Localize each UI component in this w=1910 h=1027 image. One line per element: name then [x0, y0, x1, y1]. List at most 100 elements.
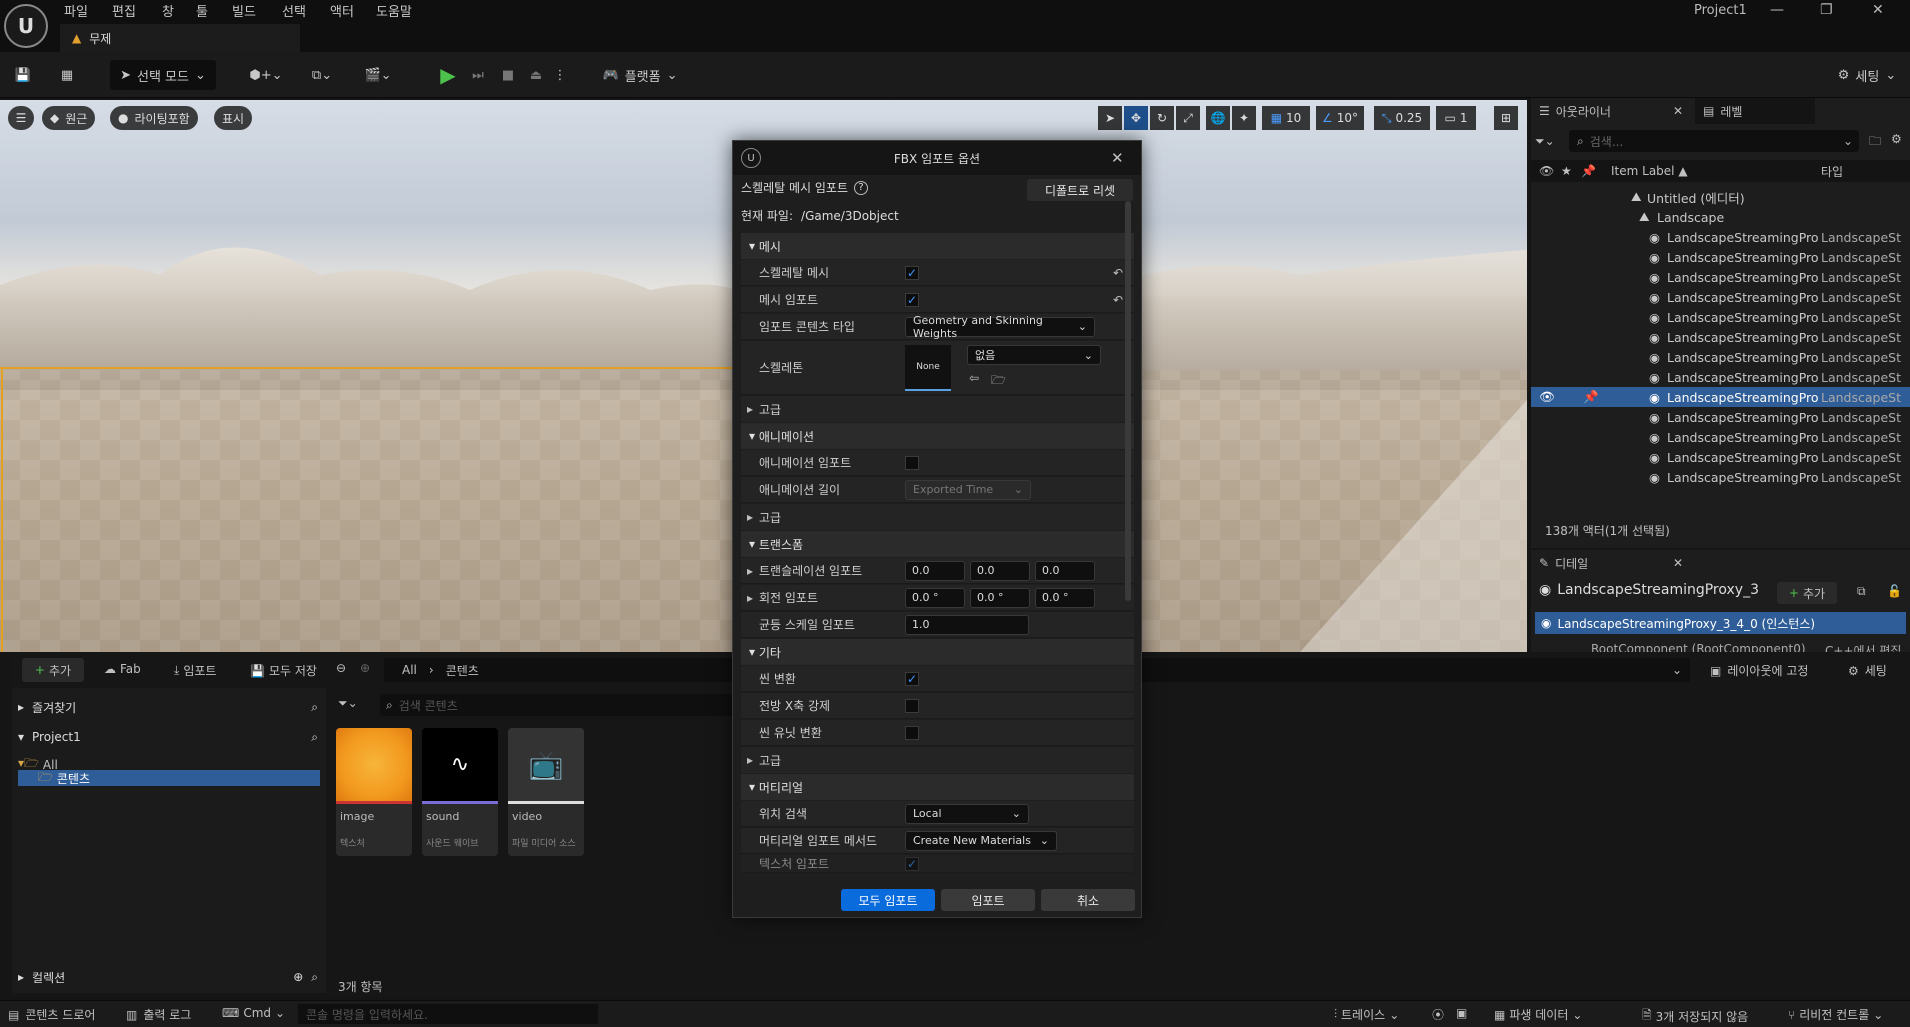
import-animation-checkbox[interactable] — [905, 455, 919, 470]
convert-scene-checkbox[interactable]: ✓ — [905, 671, 919, 686]
outliner-item[interactable]: ◉ LandscapeStreamingPro LandscapeSt — [1531, 367, 1910, 387]
outliner-item[interactable]: 👁 📌 ◉ LandscapeStreamingPro LandscapeSt — [1531, 387, 1910, 407]
star-icon[interactable]: ★ — [1561, 164, 1572, 178]
blueprint-icon[interactable]: ⧉ — [1857, 584, 1866, 599]
outliner-item[interactable]: ◉ LandscapeStreamingPro LandscapeSt — [1531, 447, 1910, 467]
outliner-item[interactable]: ◉ LandscapeStreamingPro LandscapeSt — [1531, 267, 1910, 287]
collections-header[interactable]: ▸ 컬렉션 ⊕ ⌕ — [18, 966, 318, 988]
save-all-button[interactable]: 💾 모두 저장 — [250, 662, 317, 679]
menu-edit[interactable]: 편집 — [112, 1, 136, 20]
outliner-tab[interactable]: ☰ 아웃라이너 ✕ — [1531, 98, 1691, 124]
add-component-button[interactable]: + 추가 — [1777, 582, 1837, 604]
menu-file[interactable]: 파일 — [64, 1, 88, 20]
gear-icon[interactable]: ⚙ — [1891, 132, 1902, 146]
mesh-advanced[interactable]: ▸ 고급 — [741, 396, 1134, 422]
search-location-dropdown[interactable]: Local ⌄ — [905, 803, 1029, 824]
rotate-tool-icon[interactable]: ↻ — [1150, 106, 1174, 130]
chevron-down-icon[interactable]: ⌄ — [1672, 663, 1682, 677]
scale-snap-button[interactable]: ⤡ 0.25 — [1374, 106, 1430, 130]
outliner-item[interactable]: ◉ LandscapeStreamingPro LandscapeSt — [1531, 347, 1910, 367]
rotation-z-field[interactable]: 0.0 ° — [1035, 587, 1095, 608]
platform-dropdown[interactable]: 🎮 플랫폼 ⌄ — [600, 60, 680, 90]
select-tool-icon[interactable]: ➤ — [1098, 106, 1122, 130]
level-tab[interactable]: ▲ 무제 — [60, 24, 300, 52]
menu-actor[interactable]: 액터 — [330, 1, 354, 20]
cb-search-input[interactable]: ⌕ 검색 콘텐츠 — [380, 694, 740, 716]
cancel-button[interactable]: 취소 — [1041, 889, 1135, 911]
details-tab[interactable]: ✎ 디테일 ✕ — [1531, 550, 1691, 576]
output-log-button[interactable]: ▥ 출력 로그 — [126, 1006, 191, 1023]
unsaved-button[interactable]: 🗎 3개 저장되지 않음 — [1642, 1006, 1748, 1027]
lit-button[interactable]: ● 라이팅포함 — [110, 106, 198, 130]
derived-data-dropdown[interactable]: ▦ 파생 데이터 ⌄ — [1494, 1006, 1582, 1023]
menu-select[interactable]: 선택 — [282, 1, 306, 20]
close-icon[interactable]: ✕ — [1111, 149, 1124, 167]
favorites-header[interactable]: ▸ 즐겨찾기 ⌕ — [18, 696, 318, 718]
section-mesh[interactable]: ▾ 메시 — [741, 233, 1134, 259]
menu-tools[interactable]: 툴 — [196, 1, 208, 20]
reset-defaults-button[interactable]: 디폴트로 리셋 — [1027, 179, 1133, 201]
search-icon[interactable]: ⌕ — [311, 700, 318, 715]
asset-video[interactable]: 📺 video 파일 미디어 소스 — [508, 728, 584, 856]
add-actor-icon[interactable]: ⬢+⌄ — [246, 60, 286, 90]
reset-icon[interactable]: ↶ — [1113, 293, 1123, 307]
rotation-snap-button[interactable]: ∠ 10° — [1316, 106, 1364, 130]
rotation-x-field[interactable]: 0.0 ° — [905, 587, 965, 608]
lock-layout-button[interactable]: ▣ 레이아웃에 고정 — [1710, 662, 1808, 679]
blueprint-icon[interactable]: ⧉⌄ — [302, 60, 342, 90]
outliner-item[interactable]: ◉ LandscapeStreamingPro LandscapeSt — [1531, 287, 1910, 307]
cb-settings-button[interactable]: ⚙ 세팅 — [1848, 662, 1887, 679]
misc-advanced[interactable]: ▸ 고급 — [741, 747, 1134, 773]
menu-help[interactable]: 도움말 — [376, 1, 412, 20]
dialog-scrollbar[interactable] — [1125, 201, 1131, 601]
anim-length-dropdown[interactable]: Exported Time ⌄ — [905, 479, 1031, 500]
outliner-landscape-row[interactable]: ⛰ Landscape — [1531, 207, 1910, 227]
uniform-scale-field[interactable]: 1.0 — [905, 614, 1029, 635]
outliner-item[interactable]: ◉ LandscapeStreamingPro LandscapeSt — [1531, 247, 1910, 267]
outliner-item[interactable]: ◉ LandscapeStreamingPro LandscapeSt — [1531, 227, 1910, 247]
section-animation[interactable]: ▾ 애니메이션 — [741, 423, 1134, 449]
scale-tool-icon[interactable]: ⤢ — [1176, 106, 1200, 130]
camera-speed-button[interactable]: ▭ 1 — [1436, 106, 1476, 130]
asset-image[interactable]: image 텍스처 — [336, 728, 412, 856]
levels-tab[interactable]: ▤ 레벨 — [1695, 98, 1815, 124]
viewport-menu-icon[interactable]: ☰ — [8, 106, 34, 130]
select-mode-dropdown[interactable]: ➤ 선택 모드 ⌄ — [110, 60, 216, 90]
skeleton-dropdown[interactable]: 없음 ⌄ — [967, 345, 1101, 365]
import-textures-checkbox[interactable]: ✓ — [905, 856, 919, 871]
unreal-logo-icon[interactable]: U — [4, 4, 48, 48]
import-all-button[interactable]: 모두 임포트 — [841, 889, 935, 911]
translation-x-field[interactable]: 0.0 — [905, 560, 965, 581]
section-material[interactable]: ▾ 머티리얼 — [741, 774, 1134, 800]
import-button[interactable]: ⤓ 임포트 — [174, 662, 216, 679]
skeleton-thumbnail[interactable]: None — [905, 345, 951, 391]
add-folder-icon[interactable]: 🗀 — [1869, 132, 1881, 153]
breadcrumb-content[interactable]: 콘텐츠 — [446, 662, 479, 679]
settings-dropdown[interactable]: ⚙ 세팅 ⌄ — [1832, 60, 1902, 90]
outliner-search[interactable]: ⌕ 검색... ⌄ — [1569, 130, 1859, 152]
visibility-icon[interactable]: 👁 — [1539, 164, 1554, 178]
filter-icon[interactable]: ⏷⌄ — [1535, 130, 1565, 152]
tree-content[interactable]: 🗁 콘텐츠 — [18, 770, 320, 786]
close-window-icon[interactable]: ✕ — [1872, 2, 1884, 18]
translation-z-field[interactable]: 0.0 — [1035, 560, 1095, 581]
outliner-item[interactable]: ◉ LandscapeStreamingPro LandscapeSt — [1531, 467, 1910, 487]
screenshot-icon[interactable]: ▣ — [1456, 1006, 1467, 1020]
content-drawer-button[interactable]: ▤ 콘텐츠 드로어 — [8, 1006, 95, 1023]
use-selected-icon[interactable]: ⇦ — [969, 371, 979, 385]
save-icon[interactable]: 💾 — [10, 60, 36, 90]
step-icon[interactable]: ⏭ — [464, 60, 492, 90]
content-icon[interactable]: ▦ — [54, 60, 80, 90]
layout-icon[interactable]: ⊞ — [1494, 106, 1518, 130]
column-item-label[interactable]: Item Label ▲ — [1611, 164, 1688, 178]
convert-unit-checkbox[interactable] — [905, 725, 919, 740]
breadcrumb-all[interactable]: All — [402, 663, 417, 677]
search-icon[interactable]: ⌕ — [311, 730, 318, 745]
pin-icon[interactable]: 📌 — [1581, 164, 1596, 178]
chevron-right-icon[interactable]: ▸ — [747, 591, 753, 605]
outliner-item[interactable]: ◉ LandscapeStreamingPro LandscapeSt — [1531, 407, 1910, 427]
minimize-icon[interactable]: — — [1770, 2, 1784, 18]
section-misc[interactable]: ▾ 기타 — [741, 639, 1134, 665]
close-icon[interactable]: ✕ — [1673, 556, 1683, 570]
add-collection-icon[interactable]: ⊕ — [293, 970, 303, 984]
